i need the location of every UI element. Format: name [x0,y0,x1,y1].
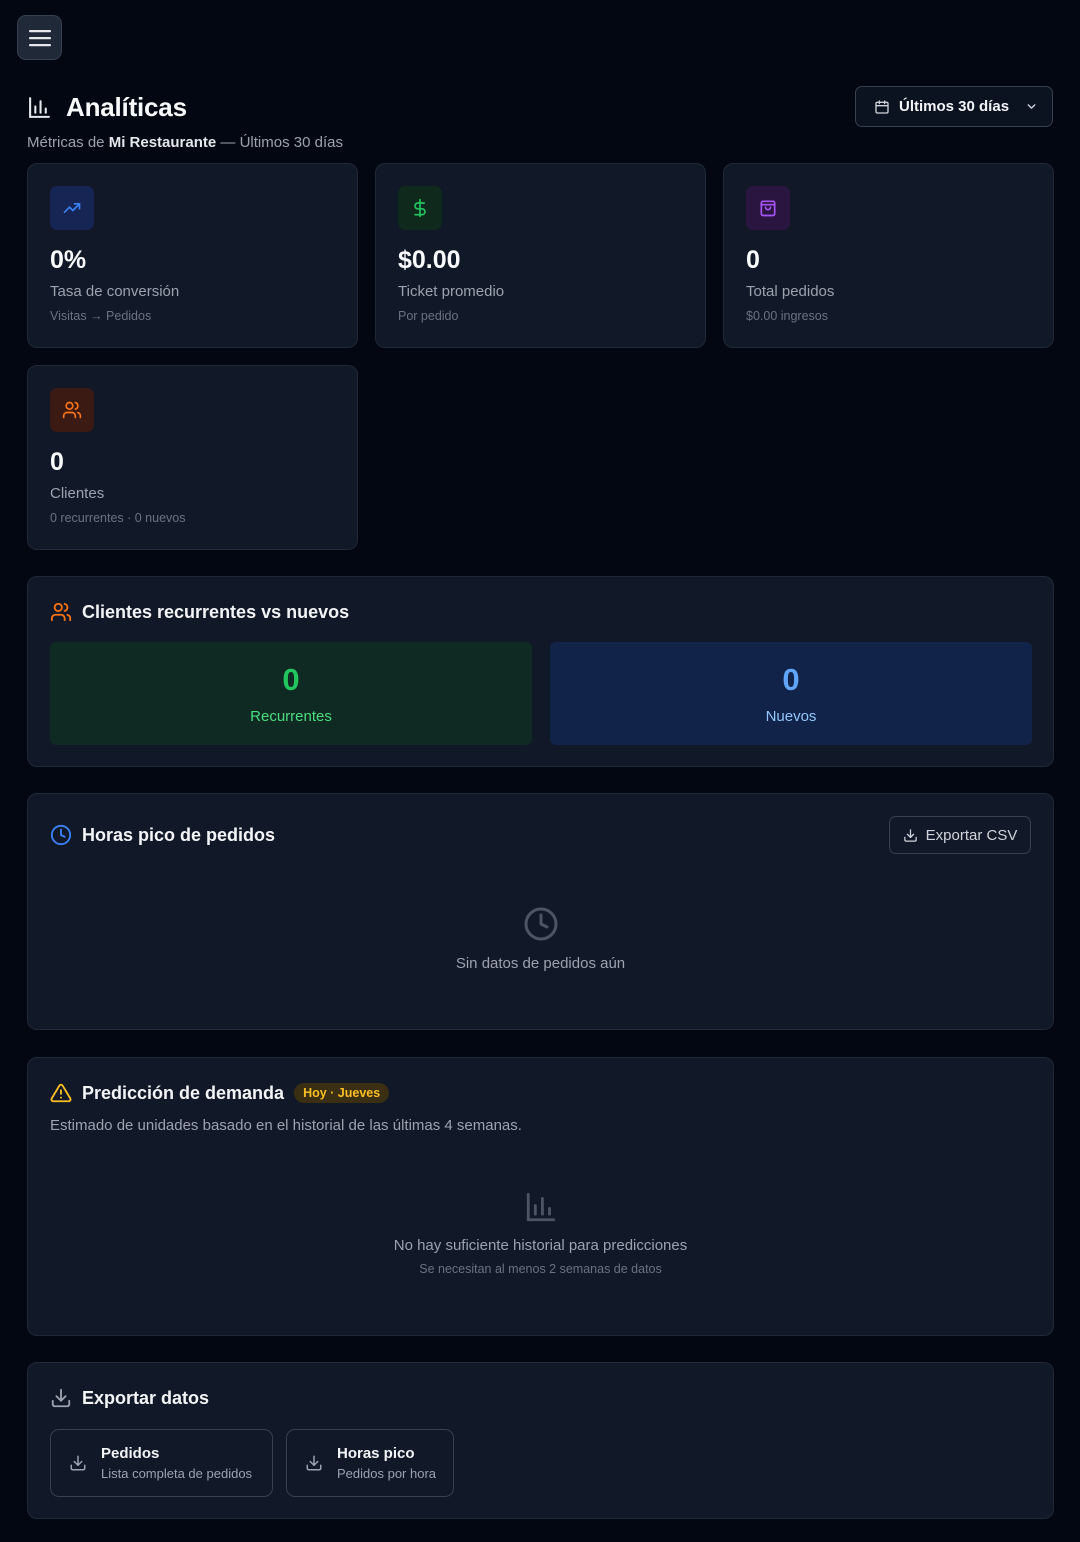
stat-value: 0 [50,448,64,476]
stat-label: Ticket promedio [398,283,505,300]
users-icon [50,602,72,622]
download-icon [70,1455,86,1471]
download-icon [306,1455,322,1471]
page-title: Analíticas [66,91,187,122]
recurring-count: 0 [282,662,300,697]
warning-icon [50,1083,72,1103]
new-count: 0 [782,662,800,697]
stat-value: $0.00 [398,246,461,274]
export-button-title: Pedidos [101,1445,160,1462]
empty-sub: Se necesitan al menos 2 semanas de datos [419,1262,662,1276]
recurring-label: Recurrentes [250,708,332,725]
shopping-bag-icon [760,200,776,217]
trending-up-icon [63,203,81,213]
clock-icon [524,907,557,941]
stat-label: Clientes [50,485,105,502]
stat-value: 0 [746,246,760,274]
peak-empty-state: Sin datos de pedidos aún [28,906,1053,972]
stat-label: Tasa de conversión [50,283,180,300]
export-peak-hours-button[interactable]: Horas pico Pedidos por hora [286,1429,454,1497]
calendar-icon [875,99,889,114]
dollar-icon [414,198,426,218]
stat-card-clients: 0 Clientes 0 recurrentes · 0 nuevos [27,365,358,550]
download-icon [903,828,917,842]
stat-value: 0% [50,246,87,274]
export-data-section: Exportar datos Pedidos Lista completa de… [27,1362,1054,1519]
page-subtitle: Métricas de Mi Restaurante — Últimos 30 … [27,134,343,151]
prediction-description: Estimado de unidades basado en el histor… [50,1117,522,1134]
stat-sub: Visitas → Pedidos [50,309,152,323]
menu-button[interactable] [17,15,62,60]
recurring-box: 0 Recurrentes [50,642,532,745]
section-title: Clientes recurrentes vs nuevos [82,601,350,622]
new-box: 0 Nuevos [550,642,1032,745]
stat-sub: Por pedido [398,309,459,323]
section-title: Predicción de demanda [82,1082,285,1103]
stat-sub: $0.00 ingresos [746,309,829,323]
prediction-empty-state: No hay suficiente historial para predicc… [28,1190,1053,1276]
restaurant-name: Mi Restaurante [108,134,217,151]
export-orders-button[interactable]: Pedidos Lista completa de pedidos [50,1429,273,1497]
export-csv-button[interactable]: Exportar CSV [889,816,1031,854]
recurring-clients-section: Clientes recurrentes vs nuevos 0 Recurre… [27,576,1054,767]
date-range-select[interactable]: Últimos 30 días [855,86,1053,127]
export-button-title: Horas pico [337,1445,415,1462]
empty-message: No hay suficiente historial para predicc… [393,1237,688,1254]
export-csv-label: Exportar CSV [925,826,1018,844]
export-button-sub: Lista completa de pedidos [101,1466,253,1481]
stat-card-ticket: $0.00 Ticket promedio Por pedido [375,163,706,348]
stat-card-orders: 0 Total pedidos $0.00 ingresos [723,163,1054,348]
date-range-label: Últimos 30 días [899,98,1010,115]
stat-sub: 0 recurrentes · 0 nuevos [50,511,186,525]
section-title: Exportar datos [82,1387,210,1408]
export-button-sub: Pedidos por hora [337,1466,437,1481]
empty-message: Sin datos de pedidos aún [455,955,626,972]
bar-chart-icon [29,96,50,118]
users-icon [62,401,82,419]
clock-icon [50,824,72,846]
stat-card-conversion: 0% Tasa de conversión Visitas → Pedidos [27,163,358,348]
demand-prediction-section: Predicción de demanda Hoy · Jueves Estim… [27,1057,1054,1336]
download-icon [51,1388,71,1408]
peak-hours-section: Horas pico de pedidos Exportar CSV Sin d… [27,793,1054,1030]
day-badge: Hoy · Jueves [294,1083,390,1103]
bar-chart-icon [526,1192,555,1222]
hamburger-icon [28,29,51,46]
stat-label: Total pedidos [746,283,835,300]
page-header: Analíticas Métricas de Mi Restaurante — … [27,86,1053,158]
chevron-down-icon [1027,104,1036,109]
new-label: Nuevos [765,708,817,725]
section-title: Horas pico de pedidos [82,824,276,845]
